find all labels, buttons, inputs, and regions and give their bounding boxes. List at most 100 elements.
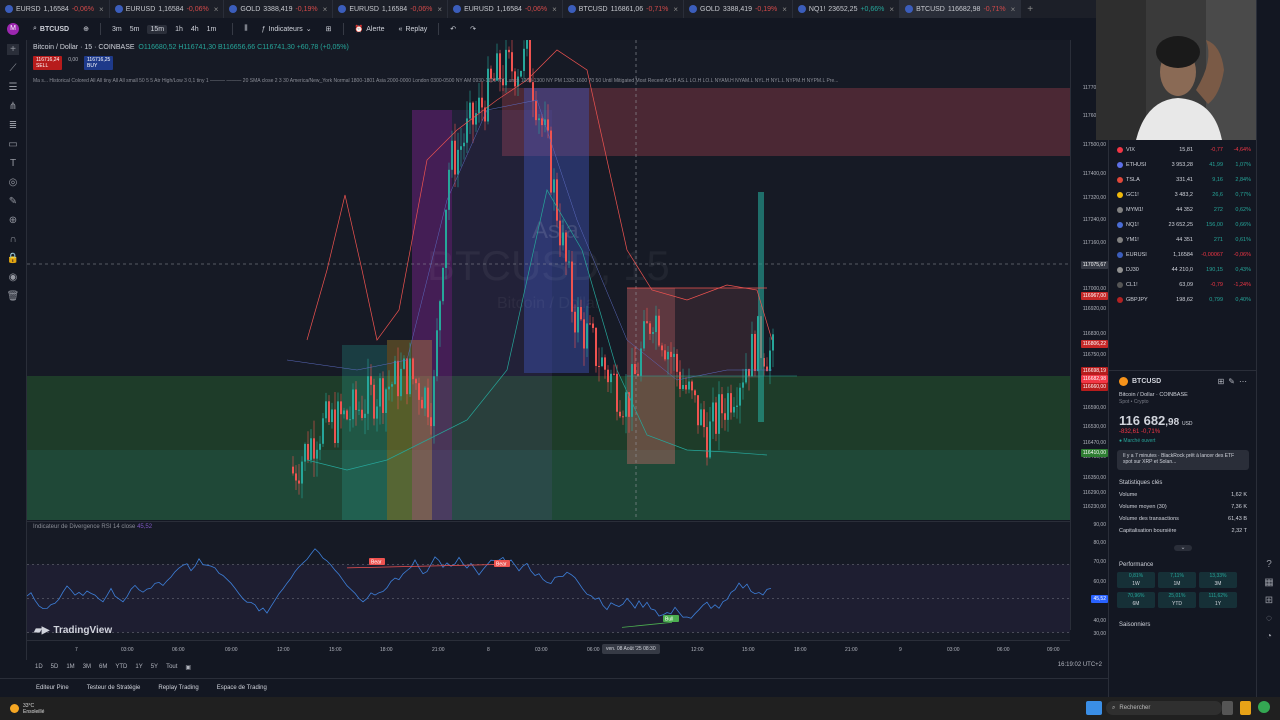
browser-tab[interactable]: EURSD 1,16584 -0,06% ×	[0, 0, 110, 18]
buy-button[interactable]: 116716,25 BUY	[84, 56, 114, 70]
pitchfork-tool[interactable]: ⋔	[0, 97, 26, 116]
browser-tab[interactable]: EURUSD 1,16584 -0,06% ×	[333, 0, 449, 18]
watchlist-row[interactable]: DJ30 44 210,0 190,15 0,43%	[1109, 262, 1257, 277]
grid-icon[interactable]: ⊞	[1218, 377, 1225, 386]
details-symbol[interactable]: BTCUSD	[1132, 378, 1214, 385]
brush-tool[interactable]: ✎	[0, 192, 26, 211]
browser-tab[interactable]: GOLD 3388,419 -0,19% ×	[684, 0, 793, 18]
watchlist-row[interactable]: CL1! 63,09 -0,79 -1,24%	[1109, 277, 1257, 292]
calendar-button[interactable]: ▦	[1257, 573, 1280, 591]
bottom-tab[interactable]: Editeur Pine	[36, 685, 69, 691]
browser-tab[interactable]: GOLD 3388,419 -0,19% ×	[224, 0, 334, 18]
watchlist-row[interactable]: EURUSI 1,16584 -0,00067 -0,06%	[1109, 247, 1257, 262]
notifications-button[interactable]: ◔	[1257, 627, 1280, 645]
bottom-tab[interactable]: Testeur de Stratégie	[87, 685, 141, 691]
close-icon[interactable]: ×	[1011, 5, 1016, 14]
crosshair-tool[interactable]: +	[0, 40, 26, 59]
close-icon[interactable]: ×	[552, 5, 557, 14]
range-1m[interactable]: 1M	[66, 664, 74, 670]
horizontal-lines-tool[interactable]: ☰	[0, 78, 26, 97]
news-item[interactable]: Il y a 7 minutes · BlackRock prêt à lanc…	[1117, 450, 1249, 470]
watchlist-row[interactable]: GC1! 3 483,2 26,6 0,77%	[1109, 187, 1257, 202]
timeframe-15m[interactable]: 15m	[147, 24, 168, 34]
zoom-tool[interactable]: ⊕	[0, 211, 26, 230]
chrome-icon[interactable]	[1258, 701, 1270, 713]
delete-drawings-tool[interactable]: 🗑	[0, 287, 26, 306]
timeframe-5m[interactable]: 5m	[130, 26, 140, 33]
browser-tab[interactable]: EURUSD 1,16584 -0,06% ×	[110, 0, 225, 18]
rsi-pane[interactable]: Bear Bear Bull	[27, 521, 1070, 641]
close-icon[interactable]: ×	[673, 5, 678, 14]
timeframe-3m[interactable]: 3m	[112, 26, 122, 33]
close-icon[interactable]: ×	[437, 5, 442, 14]
range-5y[interactable]: 5Y	[151, 664, 158, 670]
magnet-tool[interactable]: ∩	[0, 230, 26, 249]
taskview-icon[interactable]	[1222, 701, 1233, 715]
weather-widget[interactable]: 33°C Ensoleillé	[0, 703, 44, 715]
fib-tool[interactable]: ≣	[0, 116, 26, 135]
indicators-button[interactable]: ƒ Indicateurs ⌄	[259, 25, 315, 34]
replay-button[interactable]: « Replay	[396, 26, 431, 33]
hide-drawings-tool[interactable]: ◉	[0, 268, 26, 287]
date-range-icon[interactable]: ▣	[185, 664, 191, 671]
watchlist-row[interactable]: VIX 15,81 -0,77 -4,64%	[1109, 142, 1257, 157]
redo-button[interactable]: ↷	[467, 25, 479, 33]
alert-button[interactable]: ⏰ Alerte	[352, 25, 388, 34]
expand-stats-button[interactable]: ⌄	[1109, 541, 1257, 552]
shapes-tool[interactable]: ▭	[0, 135, 26, 154]
candle-body	[379, 378, 381, 407]
time-axis[interactable]: ven. 08 Août '25 08:30 7 03:00 06:00 09:00 1…	[27, 640, 1070, 659]
range-5d[interactable]: 5D	[51, 664, 59, 670]
watchlist-row[interactable]: TSLA 331,41 9,16 2,84%	[1109, 172, 1257, 187]
symbol-search[interactable]: ⌕ BTCUSD	[30, 25, 72, 33]
compare-button[interactable]: ⊕	[80, 25, 92, 33]
close-icon[interactable]: ×	[214, 5, 219, 14]
help-button[interactable]: ?	[1257, 555, 1280, 573]
sell-button[interactable]: 116716,24 SELL	[33, 56, 63, 70]
timeframe-1h[interactable]: 1h	[175, 26, 183, 33]
divider	[342, 23, 344, 35]
chat-button[interactable]: ◌	[1257, 609, 1280, 627]
edit-icon[interactable]: ✎	[1228, 377, 1235, 386]
undo-button[interactable]: ↶	[447, 25, 459, 33]
watchlist-row[interactable]: MYM1! 44 352 272 0,62%	[1109, 202, 1257, 217]
apps-button[interactable]: ⊞	[1257, 591, 1280, 609]
range-tout[interactable]: Tout	[166, 664, 177, 670]
chart-type-button[interactable]: ⫼	[241, 25, 250, 33]
text-tool[interactable]: T	[0, 154, 26, 173]
watchlist-row[interactable]: ETHUSI 3 953,28 41,99 1,07%	[1109, 157, 1257, 172]
range-1d[interactable]: 1D	[35, 664, 43, 670]
price-chart[interactable]: BTCUSD, 15 Bitcoin / Dollar Asia	[27, 40, 1070, 520]
browser-tab[interactable]: NQ1! 23652,25 +0,66% ×	[793, 0, 901, 18]
browser-tab[interactable]: EURUSD 1,16584 -0,06% ×	[448, 0, 563, 18]
close-icon[interactable]: ×	[782, 5, 787, 14]
range-6m[interactable]: 6M	[99, 664, 107, 670]
indicator-legend[interactable]: Ma s... Historical Colored All All tiny …	[33, 78, 1043, 84]
range-ytd[interactable]: YTD	[115, 664, 127, 670]
trendline-tool[interactable]: ⟋	[0, 59, 26, 78]
new-tab-icon[interactable]: +	[1021, 4, 1039, 15]
close-icon[interactable]: ×	[99, 5, 104, 14]
patterns-tool[interactable]: ◎	[0, 173, 26, 192]
range-1y[interactable]: 1Y	[135, 664, 142, 670]
timeframe-4h[interactable]: 4h	[191, 26, 199, 33]
watchlist-row[interactable]: YM1! 44 351 271 0,61%	[1109, 232, 1257, 247]
timeframe-1m[interactable]: 1m	[207, 26, 217, 33]
close-icon[interactable]: ×	[889, 5, 894, 14]
perf-period: YTD	[1172, 601, 1182, 607]
browser-tab[interactable]: BTCUSD 116682,98 -0,71% ×	[900, 0, 1022, 18]
bottom-tab[interactable]: Replay Trading	[158, 685, 198, 691]
more-icon[interactable]: ⋯	[1239, 377, 1247, 386]
bottom-tab[interactable]: Espace de Trading	[217, 685, 267, 691]
taskbar-search[interactable]: ⌕ Rechercher	[1106, 701, 1222, 715]
file-explorer-icon[interactable]	[1240, 701, 1251, 715]
lock-drawings-tool[interactable]: 🔒	[0, 249, 26, 268]
layouts-button[interactable]: ⊞	[323, 25, 335, 33]
app-icon[interactable]	[1086, 701, 1102, 715]
watchlist-row[interactable]: GBPJPY 198,62 0,799 0,40%	[1109, 292, 1257, 307]
browser-tab[interactable]: BTCUSD 116861,06 -0,71% ×	[563, 0, 685, 18]
user-avatar[interactable]: M	[4, 23, 22, 35]
range-3m[interactable]: 3M	[83, 664, 91, 670]
watchlist-row[interactable]: NQ1! 23 652,25 156,00 0,66%	[1109, 217, 1257, 232]
close-icon[interactable]: ×	[323, 5, 328, 14]
